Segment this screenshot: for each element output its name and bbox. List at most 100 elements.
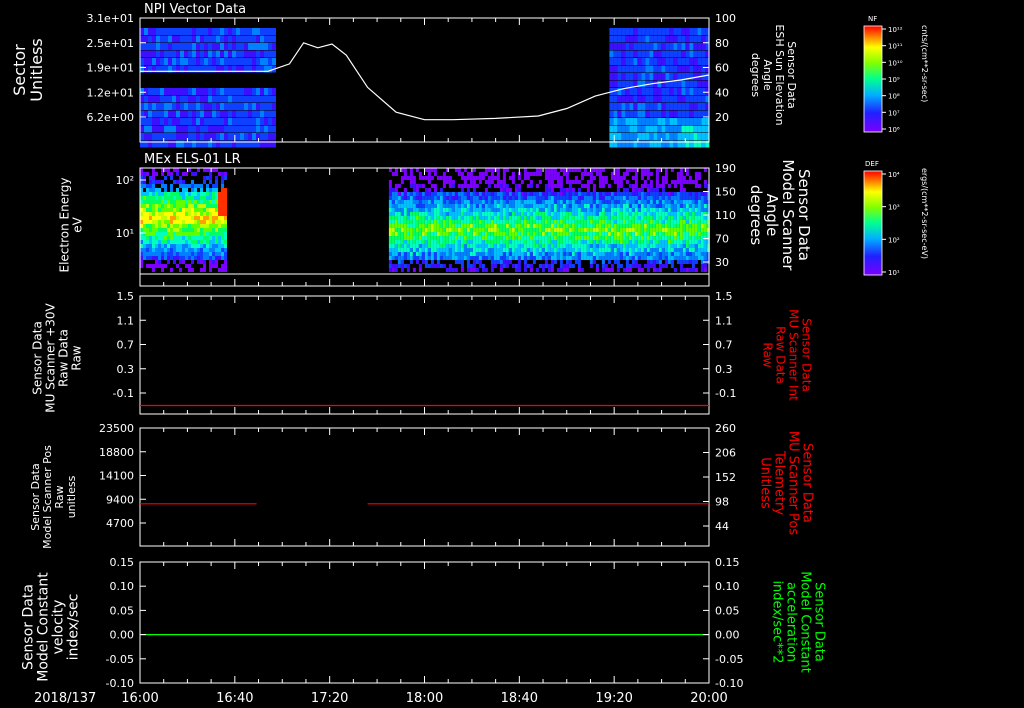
spectrogram-cell bbox=[661, 65, 666, 73]
spectrogram-cell bbox=[511, 264, 515, 268]
spectrogram-cell bbox=[641, 125, 646, 133]
spectrogram-cell bbox=[196, 110, 200, 118]
spectrogram-cell bbox=[505, 236, 509, 240]
spectrogram-cell bbox=[155, 216, 158, 220]
spectrogram-cell bbox=[152, 208, 155, 212]
spectrogram-cell bbox=[448, 204, 452, 208]
spectrogram-cell bbox=[547, 232, 551, 236]
spectrogram-cell bbox=[601, 184, 605, 188]
spectrogram-cell bbox=[541, 204, 545, 208]
spectrogram-cell bbox=[681, 125, 686, 133]
spectrogram-cell bbox=[194, 204, 197, 208]
spectrogram-cell bbox=[176, 125, 180, 133]
spectrogram-cell bbox=[621, 73, 626, 80]
spectrogram-cell bbox=[553, 184, 557, 188]
spectrogram-cell bbox=[472, 176, 476, 180]
spectrogram-cell bbox=[427, 176, 431, 180]
spectrogram-cell bbox=[544, 200, 548, 204]
spectrogram-cell bbox=[685, 80, 690, 88]
spectrogram-cell bbox=[460, 244, 464, 248]
spectrogram-cell bbox=[550, 192, 554, 196]
spectrogram-cell bbox=[559, 188, 563, 192]
spectrogram-cell bbox=[601, 260, 605, 264]
spectrogram-cell bbox=[424, 176, 428, 180]
spectrogram-cell bbox=[574, 260, 578, 264]
spectrogram-cell bbox=[200, 188, 203, 192]
spectrogram-cell bbox=[693, 35, 698, 43]
spectrogram-cell bbox=[200, 88, 204, 95]
spectrogram-cell bbox=[172, 43, 176, 50]
spectrogram-cell bbox=[700, 252, 704, 256]
spectrogram-cell bbox=[188, 200, 191, 204]
spectrogram-cell bbox=[220, 95, 224, 103]
spectrogram-cell bbox=[628, 220, 632, 224]
spectrogram-cell bbox=[179, 232, 182, 236]
spectrogram-cell bbox=[403, 176, 407, 180]
spectrogram-cell bbox=[604, 268, 608, 272]
spectrogram-cell bbox=[158, 240, 161, 244]
spectrogram-cell bbox=[607, 248, 611, 252]
spectrogram-cell bbox=[185, 192, 188, 196]
spectrogram-cell bbox=[520, 200, 524, 204]
spectrogram-cell bbox=[433, 256, 437, 260]
spectrogram-cell bbox=[433, 252, 437, 256]
spectrogram-cell bbox=[577, 204, 581, 208]
spectrogram-cell bbox=[609, 73, 614, 80]
spectrogram-cell bbox=[544, 176, 548, 180]
spectrogram-cell bbox=[433, 192, 437, 196]
spectrogram-cell bbox=[649, 28, 654, 35]
spectrogram-cell bbox=[677, 28, 682, 35]
spectrogram-cell bbox=[664, 196, 668, 200]
spectrogram-cell bbox=[212, 28, 216, 35]
spectrogram-cell bbox=[544, 196, 548, 200]
spectrogram-cell bbox=[577, 264, 581, 268]
spectrogram-cell bbox=[240, 133, 244, 140]
spectrogram-cell bbox=[697, 236, 701, 240]
spectrogram-cell bbox=[658, 208, 662, 212]
spectrogram-cell bbox=[475, 200, 479, 204]
spectrogram-cell bbox=[173, 240, 176, 244]
spectrogram-cell bbox=[589, 240, 593, 244]
spectrogram-cell bbox=[520, 256, 524, 260]
spectrogram-cell bbox=[167, 192, 170, 196]
spectrogram-cell bbox=[412, 208, 416, 212]
spectrogram-cell bbox=[628, 256, 632, 260]
spectrogram-cell bbox=[586, 192, 590, 196]
spectrogram-cell bbox=[535, 220, 539, 224]
spectrogram-cell bbox=[457, 236, 461, 240]
spectrogram-cell bbox=[212, 212, 215, 216]
spectrogram-cell bbox=[218, 228, 221, 232]
spectrogram-cell bbox=[218, 196, 221, 200]
spectrogram-cell bbox=[586, 216, 590, 220]
spectrogram-cell bbox=[403, 248, 407, 252]
spectrogram-cell bbox=[180, 28, 184, 35]
spectrogram-cell bbox=[601, 216, 605, 220]
spectrogram-cell bbox=[146, 196, 149, 200]
spectrogram-cell bbox=[664, 232, 668, 236]
spectrogram-cell bbox=[688, 252, 692, 256]
spectrogram-cell bbox=[215, 248, 218, 252]
spectrogram-cell bbox=[155, 204, 158, 208]
spectrogram-cell bbox=[200, 35, 204, 43]
spectrogram-cell bbox=[212, 196, 215, 200]
spectrogram-cell bbox=[406, 224, 410, 228]
spectrogram-cell bbox=[592, 212, 596, 216]
spectrogram-cell bbox=[256, 35, 260, 43]
panel5-left-tick-label: 0.05 bbox=[110, 604, 135, 617]
spectrogram-cell bbox=[580, 252, 584, 256]
spectrogram-cell bbox=[673, 236, 677, 240]
spectrogram-cell bbox=[514, 252, 518, 256]
spectrogram-cell bbox=[544, 216, 548, 220]
spectrogram-cell bbox=[206, 220, 209, 224]
spectrogram-cell bbox=[538, 224, 542, 228]
spectrogram-cell bbox=[565, 264, 569, 268]
spectrogram-cell bbox=[649, 208, 653, 212]
spectrogram-cell bbox=[553, 252, 557, 256]
spectrogram-cell bbox=[574, 232, 578, 236]
spectrogram-cell bbox=[196, 133, 200, 140]
spectrogram-cell bbox=[196, 28, 200, 35]
spectrogram-cell bbox=[143, 248, 146, 252]
spectrogram-cell bbox=[167, 228, 170, 232]
spectrogram-cell bbox=[451, 244, 455, 248]
spectrogram-cell bbox=[152, 110, 156, 118]
